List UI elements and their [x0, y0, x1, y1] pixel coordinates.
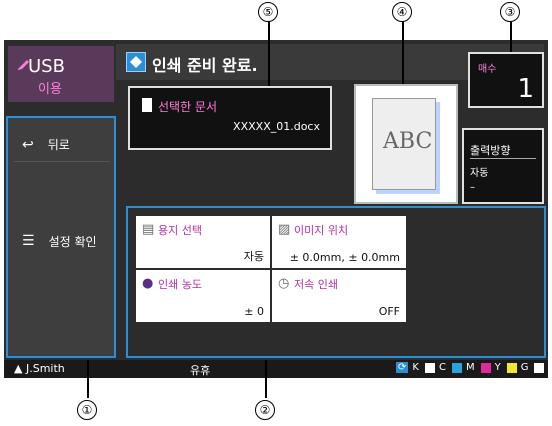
callout-3: ③ [500, 2, 520, 22]
left-panel: ↩ 뒤로 ☰ 설정 확인 [6, 116, 116, 358]
paper-select-label: 용지 선택 [158, 224, 202, 237]
image-position-icon: ▨ [278, 222, 291, 237]
output-direction-button[interactable]: 출력방향 자동 – [462, 128, 544, 204]
slow-print-tile[interactable]: ◷ 저속 인쇄 OFF [272, 270, 406, 322]
selected-document-name: XXXXX_01.docx [233, 120, 320, 133]
usb-tile[interactable]: USB 이용 [8, 46, 114, 102]
paper-select-value: 자동 [243, 250, 264, 263]
toner-c-label: C [438, 362, 446, 373]
callout-5-leader [268, 20, 270, 86]
print-density-label: 인쇄 농도 [158, 278, 202, 291]
toner-m-swatch [480, 362, 491, 373]
refresh-icon: ⟳ [396, 362, 409, 373]
preview-text: ABC [383, 129, 433, 154]
callout-1-leader [87, 360, 89, 398]
print-density-tile[interactable]: ● 인쇄 농도 ± 0 [136, 270, 270, 322]
list-icon: ☰ [22, 233, 35, 249]
status-bar: ▲ J.Smith 유휴 ⟳ K C M Y G [4, 360, 548, 378]
settings-confirm-button[interactable]: ☰ 설정 확인 [14, 224, 110, 258]
callout-5: ⑤ [258, 2, 278, 22]
toner-g-label: G [520, 362, 529, 373]
image-position-tile[interactable]: ▨ 이미지 위치 ± 0.0mm, ± 0.0mm [272, 216, 406, 268]
toner-m-label: M [465, 362, 475, 373]
toner-k-swatch [424, 362, 435, 373]
paper-tray-icon: ▤ [142, 222, 155, 237]
copies-label: 매수 [478, 64, 497, 75]
selected-document-label: 선택한 문서 [158, 100, 218, 114]
user-name: ▲ J.Smith [14, 362, 65, 375]
image-position-value: ± 0.0mm, ± 0.0mm [289, 251, 400, 264]
toner-g-swatch [534, 362, 545, 373]
toner-y-label: Y [494, 362, 501, 373]
usb-sub-label: 이용 [38, 82, 62, 97]
machine-status: 유휴 [190, 364, 211, 377]
user-name-text: J.Smith [25, 362, 65, 375]
callout-4: ④ [392, 2, 412, 22]
selected-document-button[interactable]: 선택한 문서 XXXXX_01.docx [128, 86, 332, 150]
page-title: 인쇄 준비 완료. [152, 56, 258, 75]
preview-page: ABC [372, 98, 436, 190]
paper-select-tile[interactable]: ▤ 용지 선택 자동 [136, 216, 270, 268]
toner-levels: ⟳ K C M Y G [396, 362, 545, 373]
output-direction-dash: – [470, 182, 475, 193]
back-arrow-icon: ↩ [22, 136, 34, 153]
print-preview: ABC [354, 84, 458, 204]
back-button[interactable]: ↩ 뒤로 [14, 128, 110, 162]
copies-field[interactable]: 매수 1 [468, 52, 544, 108]
callout-2: ② [255, 400, 275, 420]
usb-label: USB [28, 56, 65, 77]
user-icon: ▲ [14, 362, 23, 375]
image-position-label: 이미지 위치 [294, 224, 349, 237]
callout-4-leader [402, 20, 404, 84]
slow-print-label: 저속 인쇄 [294, 278, 338, 291]
timer-icon: ◷ [278, 276, 290, 291]
settings-confirm-label: 설정 확인 [48, 234, 97, 249]
toner-c-swatch [451, 362, 462, 373]
output-direction-value: 자동 [470, 168, 489, 179]
ink-drop-icon: ● [142, 276, 154, 291]
document-icon [142, 98, 152, 112]
toner-k-label: K [412, 362, 419, 373]
toner-y-swatch [506, 362, 517, 373]
function-panel: ▤ 용지 선택 자동 ▨ 이미지 위치 ± 0.0mm, ± 0.0mm ● 인… [126, 206, 546, 358]
print-ready-icon [126, 52, 146, 72]
print-density-value: ± 0 [244, 305, 264, 318]
output-direction-label: 출력방향 [470, 142, 536, 159]
slow-print-value: OFF [378, 305, 400, 318]
callout-2-leader [265, 360, 267, 398]
callout-3-leader [510, 20, 512, 52]
copies-value: 1 [517, 74, 534, 104]
callout-1: ① [77, 400, 97, 420]
back-label: 뒤로 [47, 138, 70, 152]
